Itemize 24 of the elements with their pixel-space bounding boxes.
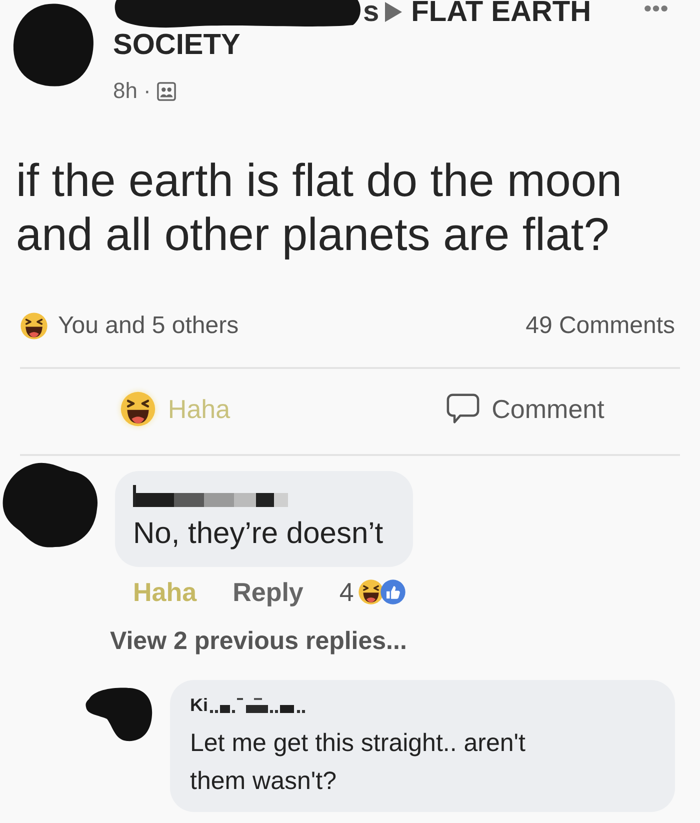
arrow-icon [385, 2, 402, 22]
comment-text: No, they’re doesn’t [133, 516, 384, 552]
post-text: if the earth is flat do the moon and all other planets are flat? [16, 153, 624, 261]
comment-action-link[interactable]: Reply [232, 576, 304, 608]
laughing-emoji-icon [358, 579, 384, 605]
commenter-name[interactable]: Ki [190, 694, 208, 716]
comment-button[interactable]: Comment [440, 386, 610, 432]
group-name[interactable]: FLAT EARTH [411, 0, 592, 29]
group-name[interactable]: SOCIETY [113, 28, 240, 62]
comment-text: Let me get this straight.. aren't them wasn't? [190, 728, 526, 797]
laughing-emoji-icon [20, 312, 48, 340]
thumbs-up-icon [380, 579, 406, 605]
people-icon [156, 82, 176, 100]
speech-bubble-icon [446, 393, 480, 425]
reaction-summary[interactable]: You and 5 others [58, 312, 239, 340]
more-icon[interactable] [644, 4, 668, 12]
view-replies-link[interactable]: View 2 previous replies... [110, 627, 407, 655]
reaction-count[interactable]: 4 [339, 576, 354, 608]
comment-count[interactable]: 49 Comments [526, 312, 675, 340]
author-name-fragment: s [363, 0, 380, 29]
redacted-avatar [85, 685, 155, 743]
post-time[interactable]: 8h [113, 78, 138, 104]
laughing-emoji-icon [120, 391, 156, 427]
separator-dot: · [143, 78, 151, 104]
